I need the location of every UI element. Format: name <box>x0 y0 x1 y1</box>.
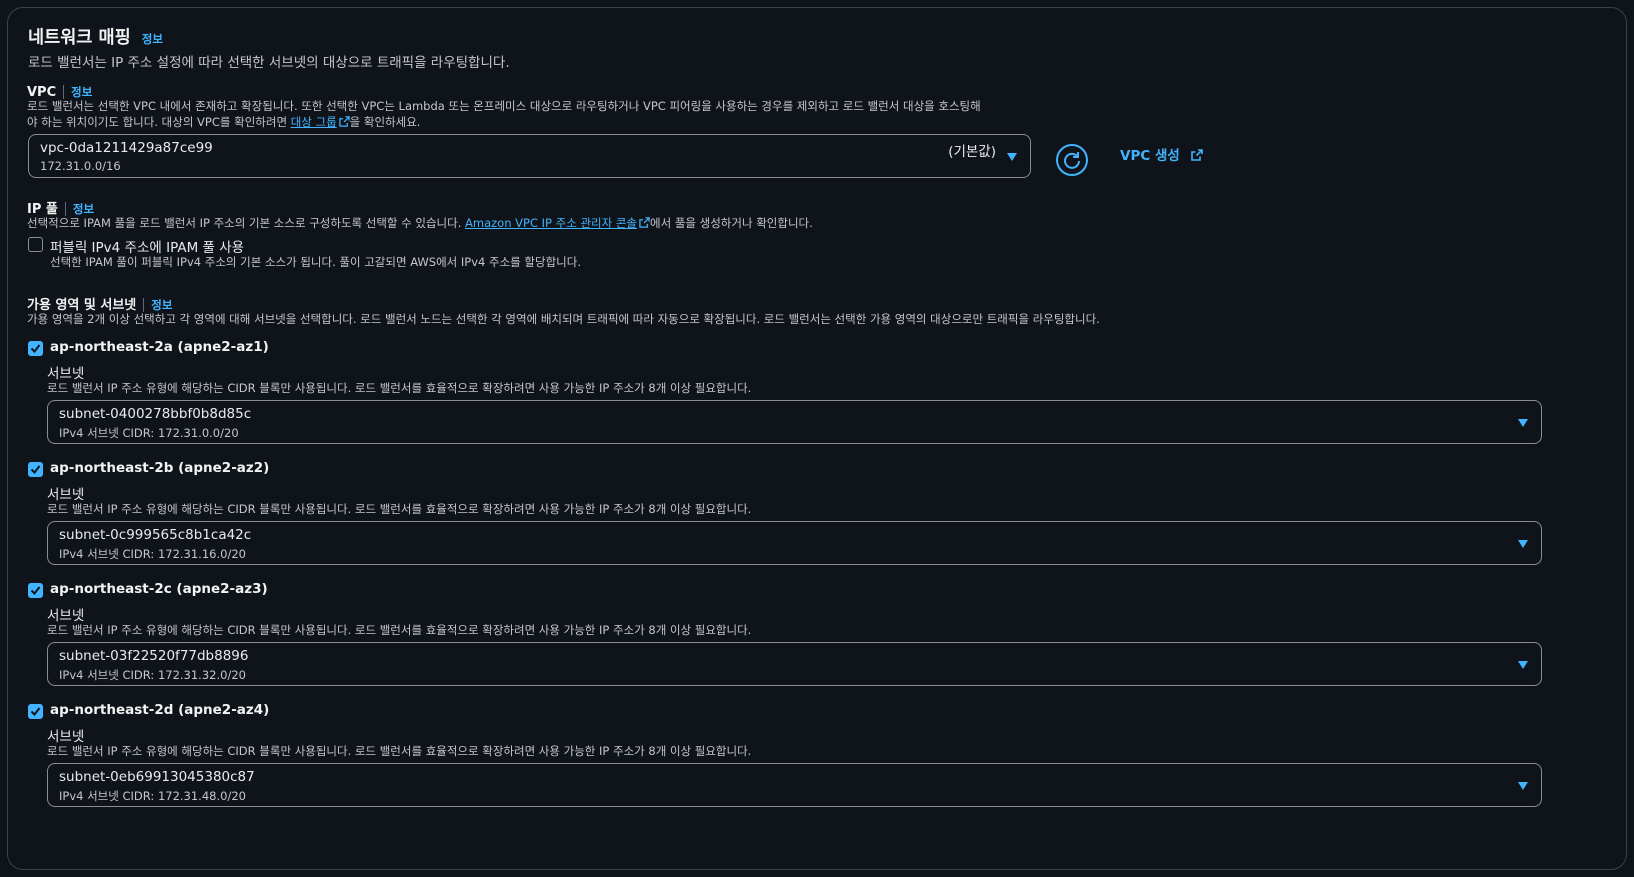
ipam-pool-checkbox-description: 선택한 IPAM 풀이 퍼블릭 IPv4 주소의 기본 소스가 됩니다. 풀이 … <box>50 255 581 269</box>
az-name: ap-northeast-2d (apne2-az4) <box>50 702 270 718</box>
subnet-select[interactable]: subnet-03f22520f77db8896 IPv4 서브넷 CIDR: … <box>47 642 1542 686</box>
chevron-down-icon <box>1518 540 1528 548</box>
chevron-down-icon <box>1007 153 1017 161</box>
subnet-label: 서브넷 <box>47 608 85 624</box>
ip-pool-description: 선택적으로 IPAM 풀을 로드 밸런서 IP 주소의 기본 소스로 구성하도록… <box>27 215 813 232</box>
vpc-selected-id: vpc-0da1211429a87ce99 <box>40 140 213 156</box>
subnet-select[interactable]: subnet-0eb69913045380c87 IPv4 서브넷 CIDR: … <box>47 763 1542 807</box>
vpc-selected-cidr: 172.31.0.0/16 <box>40 159 121 173</box>
subnet-cidr: IPv4 서브넷 CIDR: 172.31.16.0/20 <box>59 547 246 561</box>
ip-pool-desc-suffix: 에서 풀을 생성하거나 확인합니다. <box>650 216 813 230</box>
vpc-description-line2: 야 하는 위치이기도 합니다. 대상의 VPC를 확인하려면 대상 그룹 을 확인… <box>27 114 420 131</box>
vpc-desc-suffix: 을 확인하세요. <box>349 115 421 129</box>
divider <box>64 201 66 216</box>
az-checkbox[interactable] <box>28 341 43 356</box>
subnet-select[interactable]: subnet-0c999565c8b1ca42c IPv4 서브넷 CIDR: … <box>47 521 1542 565</box>
subnet-cidr: IPv4 서브넷 CIDR: 172.31.32.0/20 <box>59 668 246 682</box>
chevron-down-icon <box>1518 782 1528 790</box>
external-link-icon <box>639 217 650 228</box>
ipam-pool-checkbox[interactable] <box>28 237 43 252</box>
subnet-id: subnet-0c999565c8b1ca42c <box>59 527 252 543</box>
divider <box>143 297 145 312</box>
check-icon <box>30 465 41 475</box>
vpc-create-label: VPC 생성 <box>1120 148 1180 164</box>
vpc-info-link[interactable]: 정보 <box>71 85 92 99</box>
az-info-link[interactable]: 정보 <box>151 298 172 312</box>
refresh-button[interactable] <box>1056 144 1088 176</box>
subnet-select[interactable]: subnet-0400278bbf0b8d85c IPv4 서브넷 CIDR: … <box>47 400 1542 444</box>
subnet-label: 서브넷 <box>47 729 85 745</box>
vpc-desc-text: 야 하는 위치이기도 합니다. 대상의 VPC를 확인하려면 <box>27 115 291 129</box>
subnet-description: 로드 밸런서 IP 주소 유형에 해당하는 CIDR 블록만 사용됩니다. 로드… <box>47 623 752 637</box>
target-group-link[interactable]: 대상 그룹 <box>291 115 337 129</box>
refresh-icon <box>1064 152 1080 169</box>
ipam-console-link[interactable]: Amazon VPC IP 주소 관리자 콘솔 <box>465 216 637 230</box>
az-description: 가용 영역을 2개 이상 선택하고 각 영역에 대해 서브넷을 선택합니다. 로… <box>27 312 1100 326</box>
az-name: ap-northeast-2c (apne2-az3) <box>50 581 268 597</box>
vpc-create-link[interactable]: VPC 생성 <box>1120 144 1203 164</box>
subnet-id: subnet-0400278bbf0b8d85c <box>59 406 252 422</box>
external-link-icon <box>338 116 350 127</box>
az-checkbox[interactable] <box>28 583 43 598</box>
az-checkbox[interactable] <box>28 462 43 477</box>
chevron-down-icon <box>1518 661 1528 669</box>
divider <box>63 84 65 99</box>
subnet-description: 로드 밸런서 IP 주소 유형에 해당하는 CIDR 블록만 사용됩니다. 로드… <box>47 381 752 395</box>
section-header: 네트워크 매핑 정보 <box>28 24 163 49</box>
subnet-cidr: IPv4 서브넷 CIDR: 172.31.0.0/20 <box>59 426 239 440</box>
section-title: 네트워크 매핑 <box>28 28 131 48</box>
subnet-description: 로드 밸런서 IP 주소 유형에 해당하는 CIDR 블록만 사용됩니다. 로드… <box>47 744 752 758</box>
az-name: ap-northeast-2b (apne2-az2) <box>50 460 270 476</box>
check-icon <box>30 586 41 596</box>
vpc-default-tag: (기본값) <box>948 144 996 160</box>
section-info-link[interactable]: 정보 <box>142 32 163 46</box>
subnet-label: 서브넷 <box>47 366 85 382</box>
chevron-down-icon <box>1518 419 1528 427</box>
subnet-cidr: IPv4 서브넷 CIDR: 172.31.48.0/20 <box>59 789 246 803</box>
subnet-label: 서브넷 <box>47 487 85 503</box>
subnet-description: 로드 밸런서 IP 주소 유형에 해당하는 CIDR 블록만 사용됩니다. 로드… <box>47 502 752 516</box>
vpc-select[interactable]: vpc-0da1211429a87ce99 172.31.0.0/16 (기본값… <box>28 134 1031 178</box>
ip-pool-desc-text: 선택적으로 IPAM 풀을 로드 밸런서 IP 주소의 기본 소스로 구성하도록… <box>27 216 466 230</box>
subnet-id: subnet-03f22520f77db8896 <box>59 648 249 664</box>
vpc-description-line1: 로드 밸런서는 선택한 VPC 내에서 존재하고 확장됩니다. 또한 선택한 V… <box>27 99 981 113</box>
az-name: ap-northeast-2a (apne2-az1) <box>50 339 269 355</box>
network-mapping-panel: 네트워크 매핑 정보 로드 밸런서는 IP 주소 설정에 따라 선택한 서브넷의… <box>7 7 1627 870</box>
external-link-icon <box>1191 149 1203 161</box>
ip-pool-info-link[interactable]: 정보 <box>73 202 94 216</box>
check-icon <box>30 344 41 354</box>
az-checkbox[interactable] <box>28 704 43 719</box>
section-description: 로드 밸런서는 IP 주소 설정에 따라 선택한 서브넷의 대상으로 트래픽을 … <box>28 55 510 71</box>
ipam-pool-checkbox-label: 퍼블릭 IPv4 주소에 IPAM 풀 사용 <box>50 240 245 256</box>
subnet-id: subnet-0eb69913045380c87 <box>59 769 255 785</box>
check-icon <box>30 707 41 717</box>
